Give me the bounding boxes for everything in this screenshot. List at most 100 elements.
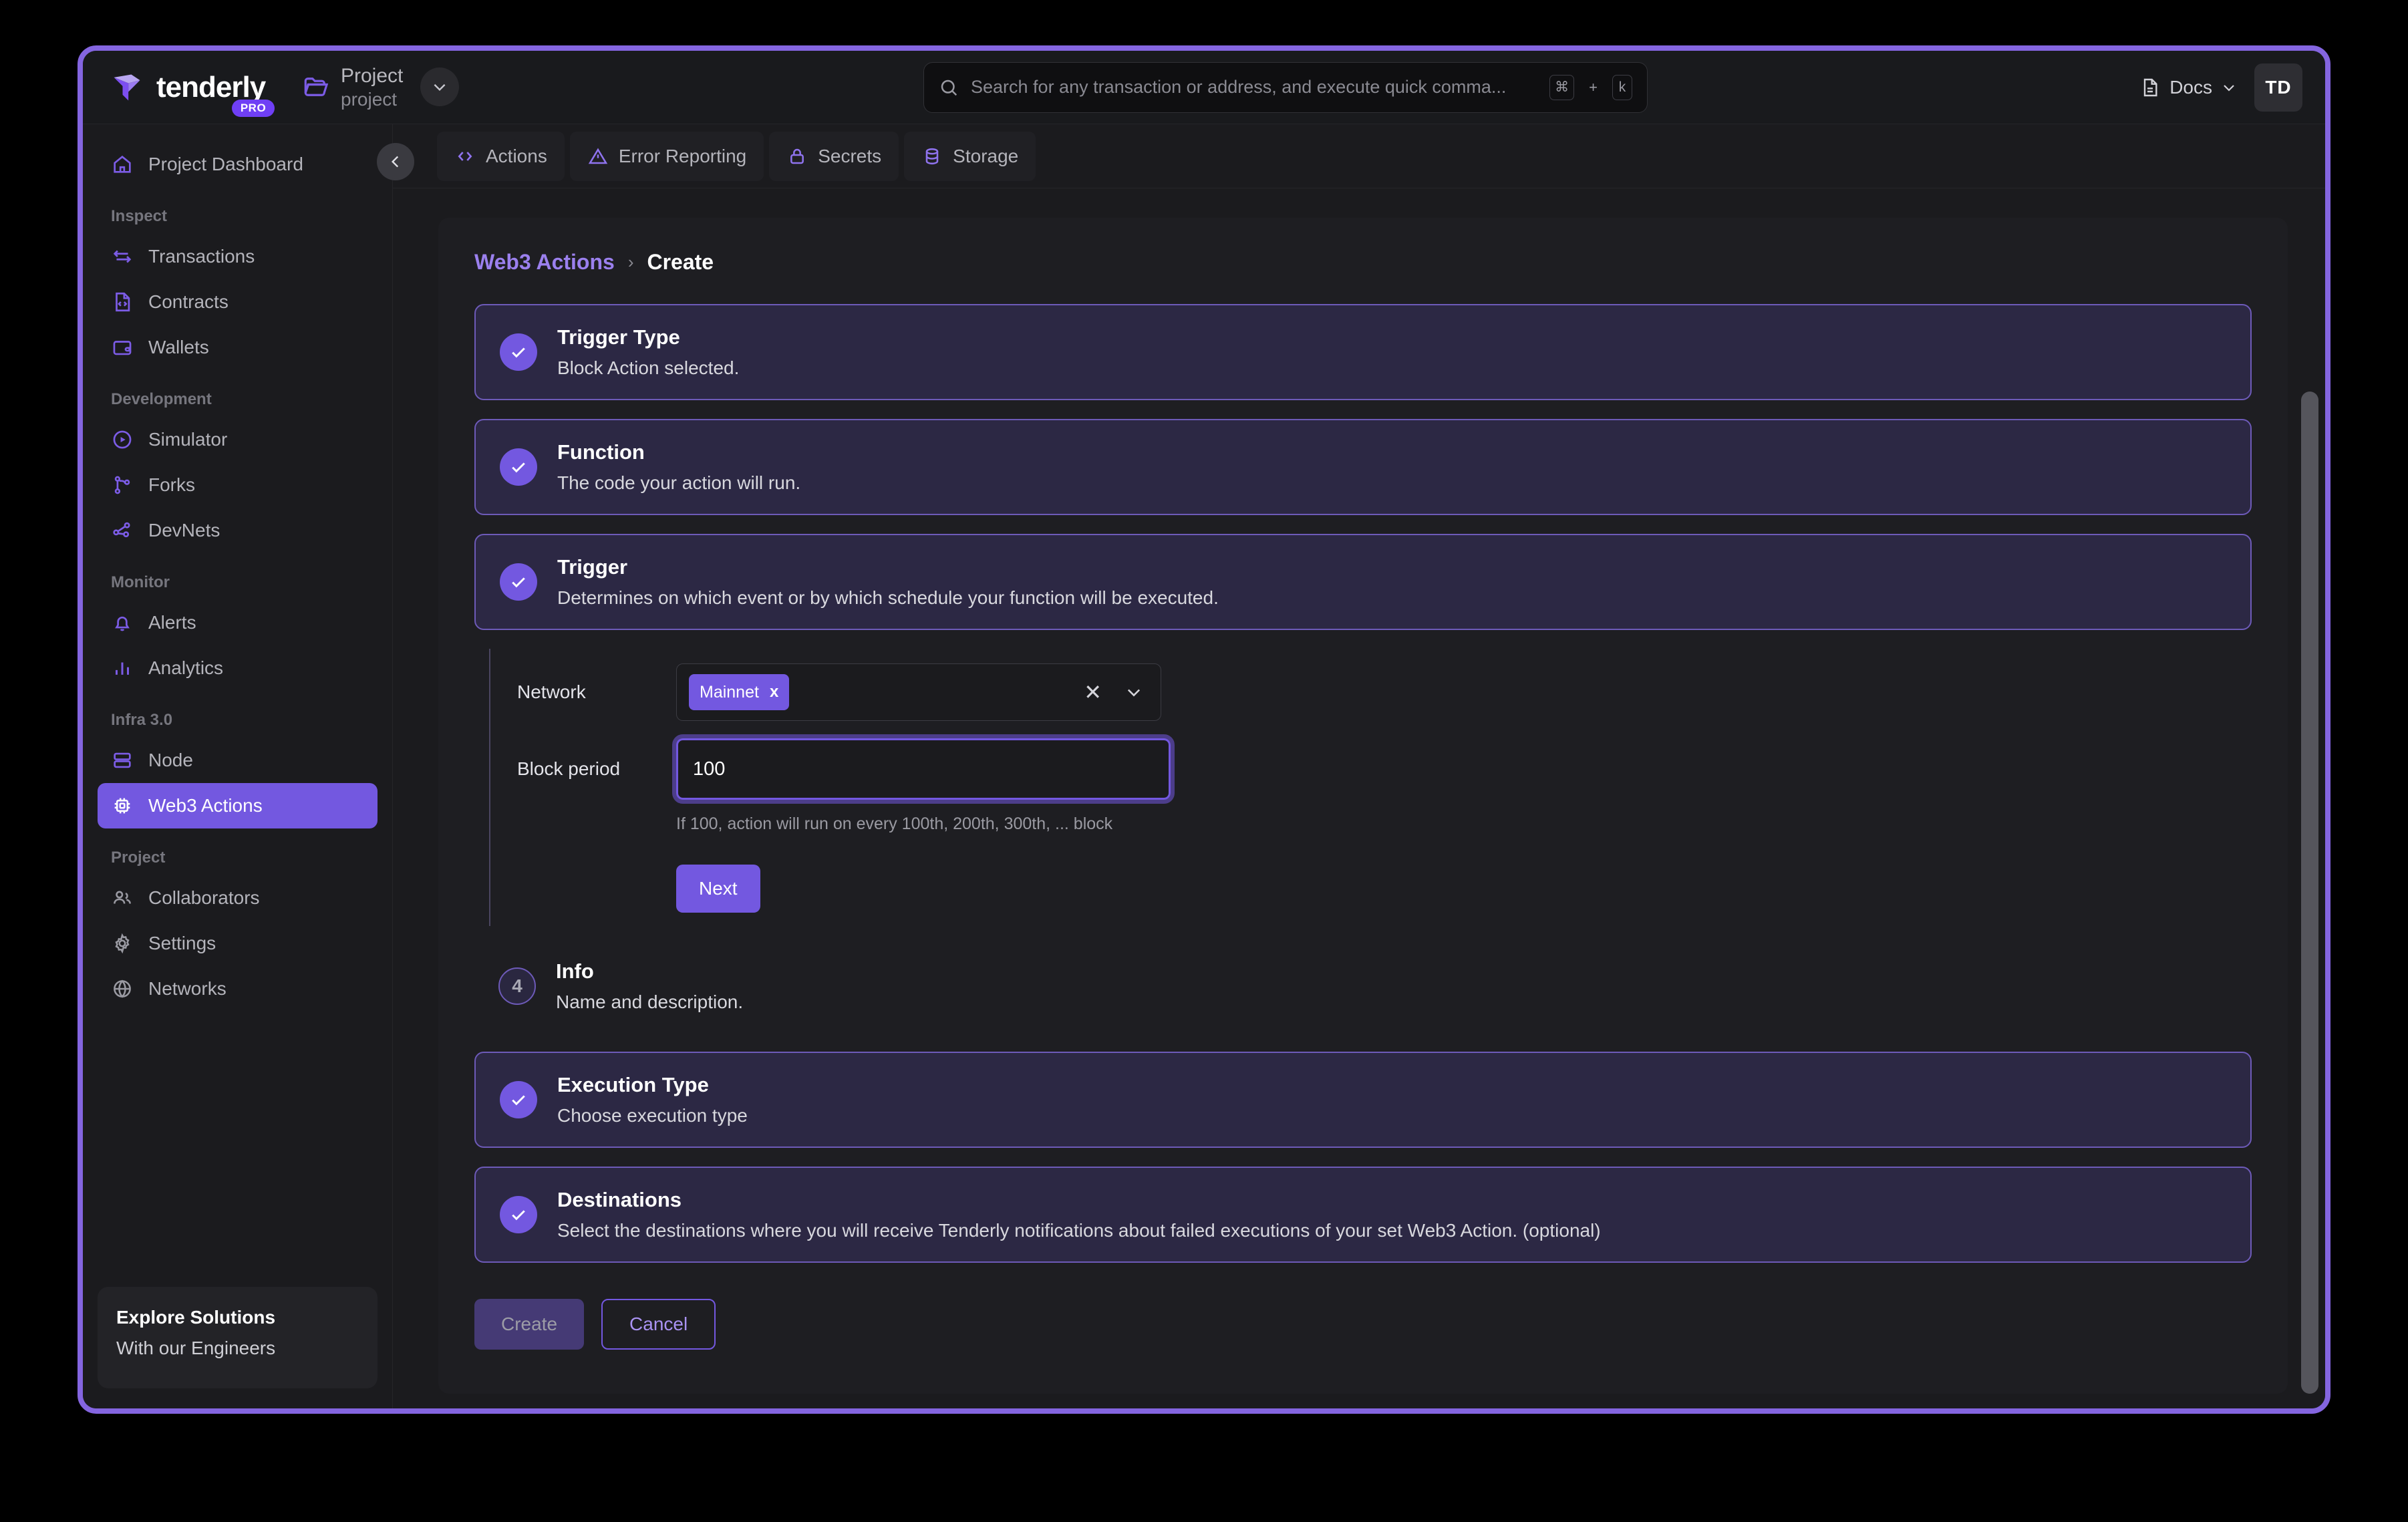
brand-logo[interactable]: tenderly PRO: [83, 70, 283, 117]
network-chip-remove-icon[interactable]: x: [770, 683, 778, 702]
tab-actions[interactable]: Actions: [437, 131, 565, 181]
sidebar-item-analytics[interactable]: Analytics: [98, 645, 378, 691]
sidebar-item-web3-actions[interactable]: Web3 Actions: [98, 783, 378, 828]
project-switcher[interactable]: Project project: [302, 64, 460, 110]
contract-file-icon: [116, 292, 130, 312]
step-description: Select the destinations where you will r…: [557, 1220, 1601, 1241]
step-description: Name and description.: [556, 992, 744, 1012]
project-switcher-caret[interactable]: [420, 67, 460, 107]
sidebar-item-label: Simulator: [148, 429, 228, 450]
main-area: Actions Error Reporting Secrets Storage: [377, 124, 2325, 1408]
tab-label: Error Reporting: [618, 145, 747, 166]
block-period-label: Block period: [517, 758, 621, 779]
breadcrumb-parent-link[interactable]: Web3 Actions: [474, 250, 615, 275]
sidebar-item-label: Web3 Actions: [148, 795, 263, 816]
brand-name: tenderly: [156, 70, 266, 104]
sidebar-item-label: DevNets: [148, 520, 220, 541]
step-status-check-icon: [500, 1081, 537, 1118]
network-field-row: Network Mainnet x ✕: [517, 663, 2252, 721]
server-icon: [114, 752, 131, 768]
step-trigger[interactable]: Trigger Determines on which event or by …: [474, 534, 2252, 630]
warning-triangle-icon: [588, 148, 608, 164]
sidebar-item-settings[interactable]: Settings: [98, 921, 378, 966]
next-button[interactable]: Next: [676, 865, 760, 913]
avatar[interactable]: TD: [2254, 63, 2302, 112]
play-circle-icon: [113, 430, 132, 449]
step-destinations[interactable]: Destinations Select the destinations whe…: [474, 1167, 2252, 1263]
sidebar-item-label: Transactions: [148, 246, 255, 267]
sidebar-group-development: Development: [111, 390, 212, 408]
devnets-icon: [113, 522, 130, 538]
sidebar-item-label: Alerts: [148, 612, 196, 633]
check-icon: [512, 347, 525, 358]
chevron-down-icon: [434, 84, 446, 92]
folder-icon: [304, 78, 329, 97]
search-input[interactable]: Search for any transaction or address, a…: [923, 61, 1648, 113]
sidebar-item-transactions[interactable]: Transactions: [98, 234, 378, 279]
sidebar-item-node[interactable]: Node: [98, 738, 378, 783]
create-button[interactable]: Create: [474, 1299, 585, 1350]
sidebar-item-forks[interactable]: Forks: [98, 462, 378, 508]
sidebar-item-project-dashboard[interactable]: Project Dashboard: [98, 142, 378, 187]
check-icon: [512, 1095, 525, 1106]
sidebar-collapse-button[interactable]: [377, 143, 414, 180]
content-scroll-area: Web3 Actions › Create Trigger Type Block…: [393, 188, 2325, 1408]
transactions-icon: [113, 250, 132, 263]
docs-label: Docs: [2169, 76, 2212, 98]
shortcut-key-k: k: [1612, 74, 1632, 100]
shortcut-plus: +: [1589, 78, 1598, 96]
sidebar-item-label: Networks: [148, 978, 227, 999]
clear-selection-icon[interactable]: ✕: [1084, 681, 1102, 703]
step-title: Trigger: [557, 555, 628, 579]
sidebar-item-collaborators[interactable]: Collaborators: [98, 875, 378, 921]
project-title: Project: [341, 65, 404, 88]
shortcut-key-cmd: ⌘: [1549, 74, 1575, 100]
step-description: Determines on which event or by which sc…: [557, 587, 1219, 608]
sidebar-item-wallets[interactable]: Wallets: [98, 325, 378, 370]
tab-storage[interactable]: Storage: [904, 131, 1036, 181]
top-bar: tenderly PRO Project project Search for …: [83, 51, 2325, 124]
bell-icon: [115, 616, 130, 631]
step-title: Execution Type: [557, 1073, 709, 1096]
step-status-check-icon: [500, 1196, 537, 1233]
step-function[interactable]: Function The code your action will run.: [474, 419, 2252, 515]
search-placeholder: Search for any transaction or address, a…: [971, 77, 1507, 97]
check-icon: [512, 1210, 525, 1221]
cancel-button[interactable]: Cancel: [601, 1299, 716, 1350]
block-period-input[interactable]: [672, 734, 1175, 804]
sidebar-item-contracts[interactable]: Contracts: [98, 279, 378, 325]
step-description: Block Action selected.: [557, 357, 740, 378]
step-execution-type[interactable]: Execution Type Choose execution type: [474, 1052, 2252, 1148]
step-info[interactable]: 4 Info Name and description.: [474, 939, 2252, 1033]
chevron-left-icon: [391, 156, 399, 168]
project-subtitle: project: [341, 88, 398, 110]
docs-button[interactable]: Docs: [2139, 77, 2237, 98]
network-chip-mainnet[interactable]: Mainnet x: [689, 674, 790, 710]
sidebar-item-devnets[interactable]: DevNets: [98, 508, 378, 553]
network-select[interactable]: Mainnet x ✕: [676, 663, 1161, 721]
step-status-check-icon: [500, 448, 537, 486]
chevron-down-icon[interactable]: [1124, 683, 1143, 702]
sidebar-group-inspect: Inspect: [111, 207, 168, 225]
tab-error-reporting[interactable]: Error Reporting: [569, 131, 764, 181]
home-icon: [114, 155, 131, 173]
sidebar-item-simulator[interactable]: Simulator: [98, 417, 378, 462]
explore-solutions-card[interactable]: Explore Solutions With our Engineers: [98, 1287, 378, 1388]
vertical-scrollbar[interactable]: [2301, 164, 2318, 1394]
users-icon: [114, 891, 131, 904]
form-footer-actions: Create Cancel: [474, 1299, 2252, 1350]
create-action-panel: Web3 Actions › Create Trigger Type Block…: [438, 218, 2288, 1394]
network-chip-label: Mainnet: [700, 682, 759, 702]
sidebar-item-label: Forks: [148, 474, 195, 495]
sidebar-item-networks[interactable]: Networks: [98, 966, 378, 1012]
breadcrumb-separator: ›: [627, 252, 634, 272]
step-description: Choose execution type: [557, 1105, 748, 1126]
step-trigger-type[interactable]: Trigger Type Block Action selected.: [474, 304, 2252, 400]
database-icon: [925, 148, 939, 164]
wallet-icon: [113, 341, 132, 355]
sidebar-item-alerts[interactable]: Alerts: [98, 600, 378, 645]
step-number-badge: 4: [498, 967, 536, 1005]
scrollbar-thumb[interactable]: [2301, 392, 2318, 1394]
tab-secrets[interactable]: Secrets: [769, 131, 899, 181]
top-bar-right: Docs TD: [2139, 63, 2302, 112]
